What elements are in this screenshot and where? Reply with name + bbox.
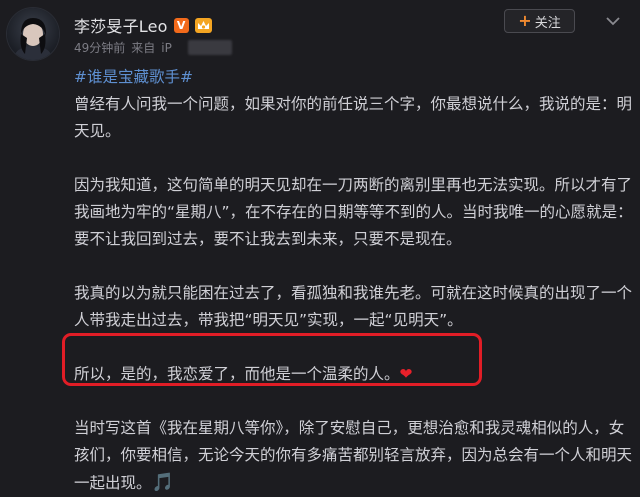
post-time: 49分钟前 [74, 41, 126, 55]
author-name[interactable]: 李莎旻子Leo [74, 13, 168, 37]
paragraph-1: 曾经有人问我一个问题，如果对你的前任说三个字，你最想说什么，我说的是：明天见。 [74, 95, 633, 140]
crown-badge-icon [194, 17, 212, 33]
paragraph-3: 我真的以为就只能困在过去了，看孤独和我谁先老。可就在这时候真的出现了一个人带我走… [74, 284, 633, 329]
verified-v-icon: V [173, 17, 189, 33]
paragraph-2: 因为我知道，这句简单的明天见却在一刀两断的离别里再也无法实现。所以才有了我画地为… [74, 176, 633, 248]
avatar[interactable] [7, 8, 59, 60]
music-note-icon: 🎵 [151, 472, 174, 493]
blurred-source [187, 40, 232, 55]
author-row: 李莎旻子Leo V [74, 13, 212, 37]
highlight-box [62, 333, 482, 386]
chevron-down-icon[interactable] [606, 17, 620, 26]
post-body: #谁是宝藏歌手# 曾经有人问我一个问题，如果对你的前任说三个字，你最想说什么，我… [74, 64, 634, 497]
post-meta: 49分钟前 来自 iP [74, 39, 232, 56]
paragraph-5: 当时写这首《我在星期八等你》，除了安慰自己，更想治愈和我灵魂相似的人，女孩们，你… [74, 415, 634, 497]
post-source: iP [161, 40, 172, 55]
hashtag-link[interactable]: #谁是宝藏歌手# [74, 64, 634, 91]
avatar-photo-icon [15, 18, 51, 60]
follow-button[interactable]: + 关注 [504, 9, 575, 33]
post-header: 李莎旻子Leo V 49分钟前 来自 iP + 关注 [0, 0, 640, 66]
post-source-prefix: 来自 [131, 41, 156, 55]
plus-icon: + [518, 11, 532, 30]
follow-label: 关注 [534, 15, 561, 31]
